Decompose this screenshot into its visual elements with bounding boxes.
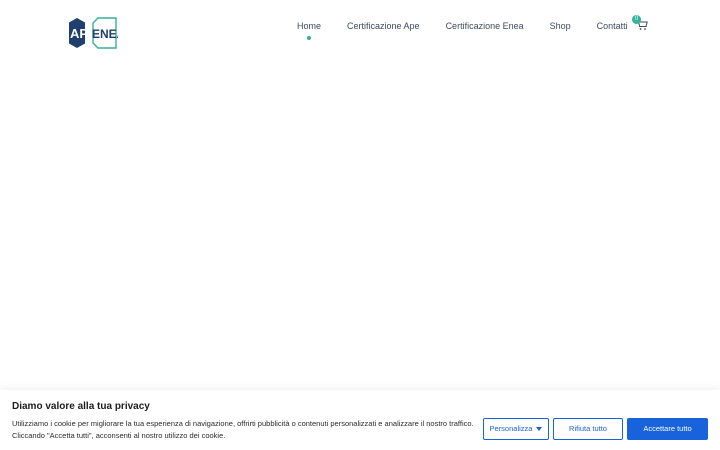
cookie-text-line: Utilizziamo i cookie per migliorare la t…	[12, 419, 474, 428]
rifiuta-tutto-button[interactable]: Rifiuta tutto	[553, 418, 623, 440]
nav-item-label: Home	[297, 21, 322, 31]
active-indicator-dot	[307, 36, 311, 40]
nav-item-label: Shop	[549, 21, 571, 31]
apenea-logo[interactable]: AP ENEA	[68, 17, 118, 49]
cookie-consent-banner: Diamo valore alla tua privacy Utilizziam…	[0, 390, 720, 450]
personalizza-button[interactable]: Personalizza	[483, 418, 549, 440]
cookie-title: Diamo valore alla tua privacy	[12, 401, 150, 412]
cookie-text: Utilizziamo i cookie per migliorare la t…	[12, 418, 482, 442]
nav-item-label: Certificazione Enea	[445, 21, 524, 31]
cart-count-badge: 0	[632, 15, 641, 24]
logo-text-enea: ENEA	[92, 27, 118, 41]
cart-button[interactable]: 0	[632, 15, 650, 33]
accettare-tutto-button[interactable]: Accettare tutto	[627, 418, 708, 440]
nav-item-shop[interactable]: Shop	[537, 19, 584, 33]
nav-item-label: Contatti	[596, 21, 628, 31]
nav-item-certificazione-ape[interactable]: Certificazione Ape	[334, 19, 433, 33]
nav-item-label: Certificazione Ape	[347, 21, 420, 31]
nav-item-certificazione-enea[interactable]: Certificazione Enea	[433, 19, 537, 33]
nav-item-home[interactable]: Home	[284, 19, 334, 40]
main-nav: Home Certificazione Ape Certificazione E…	[284, 19, 641, 40]
site-header: AP ENEA Home Certificazione Ape Certific…	[0, 0, 720, 62]
logo-text-ap: AP	[70, 26, 88, 41]
caret-down-icon	[536, 427, 543, 432]
personalizza-label: Personalizza	[489, 424, 533, 433]
cookie-text-line: Cliccando "Accetta tutti", acconsenti al…	[12, 431, 226, 440]
